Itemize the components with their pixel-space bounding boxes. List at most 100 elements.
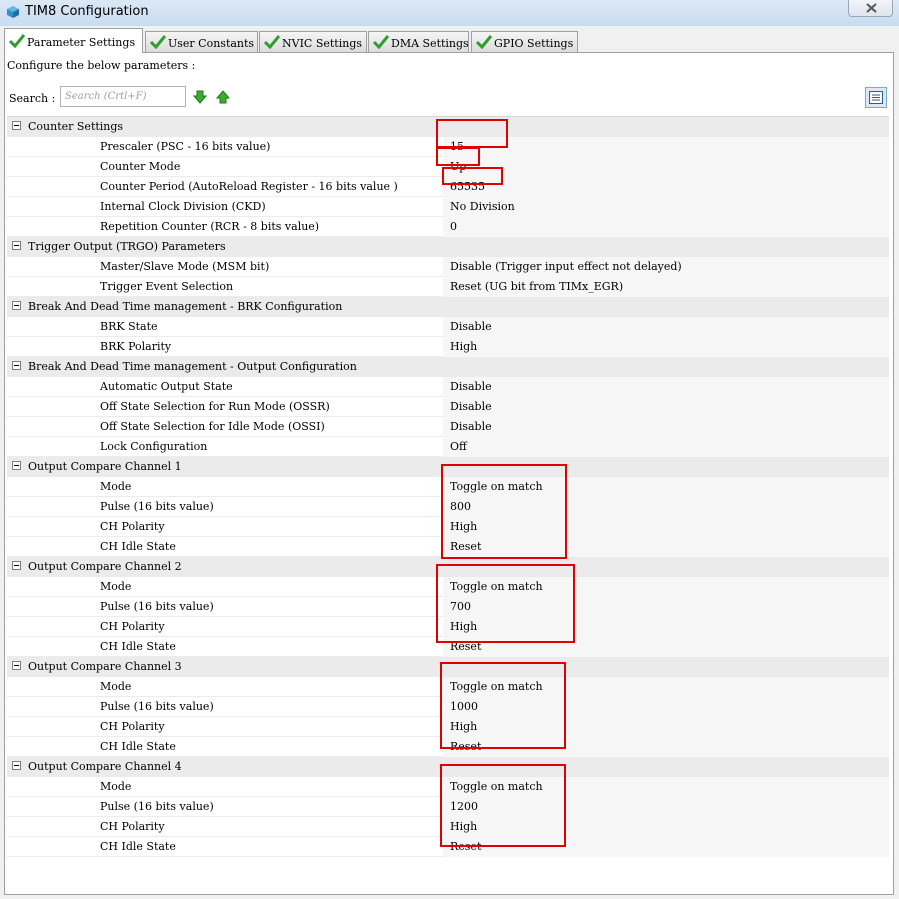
param-name: CH Idle State — [100, 740, 176, 753]
annotation-highlight-box — [436, 119, 508, 148]
param-value-cell[interactable] — [443, 417, 889, 437]
param-row[interactable]: Repetition Counter (RCR - 8 bits value) 0 — [7, 217, 889, 237]
param-value-cell[interactable] — [443, 137, 889, 157]
param-name: Prescaler (PSC - 16 bits value) — [100, 140, 271, 153]
param-name: Lock Configuration — [100, 440, 208, 453]
arrow-up-icon[interactable] — [216, 90, 230, 104]
tab-dma-settings[interactable]: DMA Settings — [368, 31, 469, 52]
param-value[interactable]: 0 — [450, 220, 457, 233]
tab-gpio-settings[interactable]: GPIO Settings — [471, 31, 578, 52]
param-value-cell[interactable] — [443, 337, 889, 357]
close-icon — [866, 3, 877, 13]
param-name: Mode — [100, 480, 132, 493]
param-row[interactable]: Master/Slave Mode (MSM bit) Disable (Trig… — [7, 257, 889, 277]
param-value[interactable]: Reset (UG bit from TIMx_EGR) — [450, 280, 623, 293]
param-value-cell[interactable] — [443, 177, 889, 197]
param-value[interactable]: Off — [450, 440, 467, 453]
group-title: Counter Settings — [28, 120, 124, 133]
param-row[interactable]: BRK State Disable — [7, 317, 889, 337]
group-title: Output Compare Channel 2 — [28, 560, 182, 573]
collapse-icon[interactable] — [12, 301, 21, 310]
tab-parameter-settings[interactable]: Parameter Settings — [4, 28, 143, 53]
instruction-label: Configure the below parameters : — [7, 59, 196, 72]
param-name: CH Polarity — [100, 820, 165, 833]
tab-user-constants[interactable]: User Constants — [145, 31, 258, 52]
collapse-icon[interactable] — [12, 661, 21, 670]
param-name: Off State Selection for Run Mode (OSSR) — [100, 400, 330, 413]
tab-label: DMA Settings — [391, 37, 469, 50]
param-name: Counter Mode — [100, 160, 181, 173]
param-value-cell[interactable] — [443, 317, 889, 337]
annotation-highlight-box — [442, 167, 503, 185]
check-icon — [373, 35, 389, 49]
collapse-icon[interactable] — [12, 461, 21, 470]
param-name: Trigger Event Selection — [100, 280, 234, 293]
param-value[interactable]: Disable (Trigger input effect not delaye… — [450, 260, 682, 273]
param-value-cell[interactable] — [443, 397, 889, 417]
param-value-cell[interactable] — [443, 437, 889, 457]
close-button[interactable] — [848, 0, 893, 17]
param-name: CH Polarity — [100, 720, 165, 733]
param-value[interactable]: Disable — [450, 380, 492, 393]
group-row: Break And Dead Time management - Output … — [7, 357, 889, 377]
param-name: Pulse (16 bits value) — [100, 800, 214, 813]
param-value[interactable]: Disable — [450, 400, 492, 413]
param-value-cell[interactable] — [443, 377, 889, 397]
group-title: Break And Dead Time management - Output … — [28, 360, 357, 373]
param-name: CH Idle State — [100, 540, 176, 553]
param-value-cell[interactable] — [443, 157, 889, 177]
param-row[interactable]: Lock Configuration Off — [7, 437, 889, 457]
list-view-icon — [869, 91, 883, 104]
annotation-highlight-box — [441, 464, 567, 559]
param-name: CH Polarity — [100, 620, 165, 633]
param-value[interactable]: No Division — [450, 200, 515, 213]
collapse-icon[interactable] — [12, 561, 21, 570]
param-name: Master/Slave Mode (MSM bit) — [100, 260, 270, 273]
tab-nvic-settings[interactable]: NVIC Settings — [259, 31, 367, 52]
parameter-table: Counter Settings Prescaler (PSC - 16 bits… — [7, 116, 889, 894]
window-titlebar: TIM8 Configuration — [0, 0, 899, 26]
annotation-highlight-box — [436, 147, 480, 166]
search-input[interactable] — [60, 86, 186, 107]
param-name: Pulse (16 bits value) — [100, 500, 214, 513]
param-name: Mode — [100, 780, 132, 793]
param-name: Pulse (16 bits value) — [100, 700, 214, 713]
param-name: BRK State — [100, 320, 158, 333]
dialog-client-area: Parameter Settings User Constants NVIC S… — [0, 26, 899, 899]
param-value[interactable]: Disable — [450, 420, 492, 433]
arrow-down-icon[interactable] — [193, 90, 207, 104]
annotation-highlight-box — [436, 564, 575, 643]
param-row[interactable]: Off State Selection for Idle Mode (OSSI)… — [7, 417, 889, 437]
group-title: Output Compare Channel 1 — [28, 460, 182, 473]
group-title: Trigger Output (TRGO) Parameters — [28, 240, 226, 253]
param-value[interactable]: High — [450, 340, 477, 353]
param-name: Internal Clock Division (CKD) — [100, 200, 266, 213]
group-row: Break And Dead Time management - BRK Con… — [7, 297, 889, 317]
param-name: Mode — [100, 680, 132, 693]
collapse-icon[interactable] — [12, 241, 21, 250]
annotation-highlight-box — [440, 662, 566, 749]
annotation-highlight-box — [440, 764, 566, 847]
collapse-icon[interactable] — [12, 361, 21, 370]
check-icon — [150, 35, 166, 49]
param-row[interactable]: BRK Polarity High — [7, 337, 889, 357]
param-name: Off State Selection for Idle Mode (OSSI) — [100, 420, 325, 433]
param-row[interactable]: Internal Clock Division (CKD) No Division — [7, 197, 889, 217]
tab-label: Parameter Settings — [27, 36, 136, 49]
param-row[interactable]: Trigger Event Selection Reset (UG bit fro… — [7, 277, 889, 297]
window-title: TIM8 Configuration — [25, 4, 149, 19]
search-label: Search : — [9, 92, 56, 105]
tab-label: NVIC Settings — [282, 37, 363, 50]
app-cube-icon — [7, 6, 19, 18]
param-name: Mode — [100, 580, 132, 593]
tab-label: User Constants — [168, 37, 255, 50]
param-row[interactable]: Automatic Output State Disable — [7, 377, 889, 397]
list-view-button[interactable] — [865, 87, 887, 108]
param-value[interactable]: Disable — [450, 320, 492, 333]
param-name: Pulse (16 bits value) — [100, 600, 214, 613]
collapse-icon[interactable] — [12, 761, 21, 770]
param-value-cell[interactable] — [443, 217, 889, 237]
collapse-icon[interactable] — [12, 121, 21, 130]
param-row[interactable]: Off State Selection for Run Mode (OSSR) D… — [7, 397, 889, 417]
check-icon — [264, 35, 280, 49]
